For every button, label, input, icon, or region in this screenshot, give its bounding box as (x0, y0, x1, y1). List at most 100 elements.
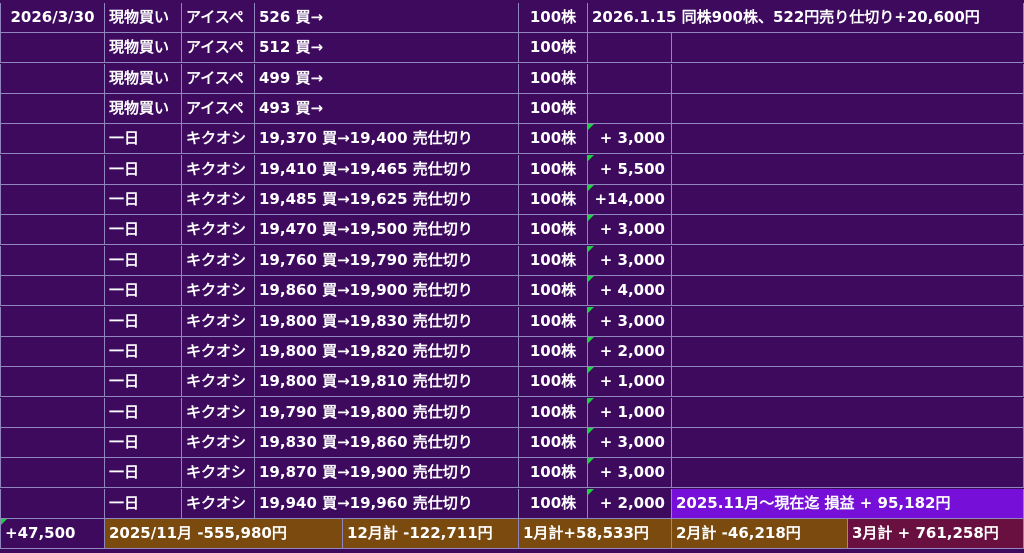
trade-detail-cell[interactable]: 19,940 買→19,960 売仕切り (255, 488, 519, 519)
profit-cell[interactable]: + 3,000 (588, 215, 672, 246)
trade-type-cell[interactable]: 一日 (105, 306, 182, 337)
note-cell[interactable] (672, 306, 1024, 337)
quantity-cell[interactable]: 100株 (519, 154, 588, 185)
quantity-cell[interactable]: 100株 (519, 276, 588, 307)
trade-type-cell[interactable]: 現物買い (105, 3, 182, 33)
quantity-cell[interactable]: 100株 (519, 63, 588, 94)
quantity-cell[interactable]: 100株 (519, 367, 588, 398)
note-cell[interactable] (672, 124, 1024, 155)
note-cell[interactable] (672, 215, 1024, 246)
note-cell[interactable] (672, 458, 1024, 489)
quantity-cell[interactable]: 100株 (519, 488, 588, 519)
note-cell[interactable] (672, 33, 1024, 64)
stock-name-cell[interactable]: キクオシ (182, 306, 255, 337)
profit-cell[interactable]: + 3,000 (588, 458, 672, 489)
profit-cell[interactable] (588, 94, 672, 125)
trade-detail-cell[interactable]: 493 買→ (255, 94, 519, 125)
profit-cell[interactable]: + 5,500 (588, 154, 672, 185)
trade-detail-cell[interactable]: 19,870 買→19,900 売仕切り (255, 458, 519, 489)
stock-name-cell[interactable]: キクオシ (182, 427, 255, 458)
stock-name-cell[interactable]: アイスペ (182, 94, 255, 125)
trade-detail-cell[interactable]: 19,760 買→19,790 売仕切り (255, 245, 519, 276)
quantity-cell[interactable]: 100株 (519, 397, 588, 428)
quantity-cell[interactable]: 100株 (519, 94, 588, 125)
note-cell[interactable] (672, 245, 1024, 276)
date-cell[interactable] (0, 63, 105, 94)
quantity-cell[interactable]: 100株 (519, 458, 588, 489)
note-cell[interactable] (672, 94, 1024, 125)
date-cell[interactable] (0, 336, 105, 367)
trade-type-cell[interactable]: 一日 (105, 215, 182, 246)
date-cell[interactable] (0, 245, 105, 276)
quantity-cell[interactable]: 100株 (519, 3, 588, 33)
trade-type-cell[interactable]: 一日 (105, 397, 182, 428)
profit-cell[interactable]: + 3,000 (588, 245, 672, 276)
trade-type-cell[interactable]: 現物買い (105, 94, 182, 125)
profit-cell[interactable]: +14,000 (588, 185, 672, 216)
profit-cell[interactable]: + 1,000 (588, 367, 672, 398)
quantity-cell[interactable]: 100株 (519, 185, 588, 216)
date-cell[interactable] (0, 94, 105, 125)
date-cell[interactable]: 2026/3/30 (0, 3, 105, 33)
profit-cell[interactable]: + 2,000 (588, 488, 672, 519)
trade-type-cell[interactable]: 一日 (105, 185, 182, 216)
total-profit-cell[interactable]: +47,500 (0, 519, 105, 549)
trade-detail-cell[interactable]: 19,470 買→19,500 売仕切り (255, 215, 519, 246)
date-cell[interactable] (0, 154, 105, 185)
profit-cell[interactable]: + 3,000 (588, 427, 672, 458)
profit-cell[interactable]: + 3,000 (588, 124, 672, 155)
quantity-cell[interactable]: 100株 (519, 124, 588, 155)
stock-name-cell[interactable]: キクオシ (182, 245, 255, 276)
quantity-cell[interactable]: 100株 (519, 306, 588, 337)
trade-type-cell[interactable]: 一日 (105, 367, 182, 398)
date-cell[interactable] (0, 185, 105, 216)
dec-total-cell[interactable]: 12月計 -122,711円 (343, 519, 519, 549)
stock-name-cell[interactable]: キクオシ (182, 458, 255, 489)
trade-type-cell[interactable]: 一日 (105, 427, 182, 458)
date-cell[interactable] (0, 458, 105, 489)
note-cell[interactable] (672, 427, 1024, 458)
trade-type-cell[interactable]: 一日 (105, 488, 182, 519)
stock-name-cell[interactable]: キクオシ (182, 215, 255, 246)
profit-cell[interactable] (588, 33, 672, 64)
trade-detail-cell[interactable]: 499 買→ (255, 63, 519, 94)
trade-type-cell[interactable]: 現物買い (105, 63, 182, 94)
trade-type-cell[interactable]: 一日 (105, 124, 182, 155)
note-cell[interactable] (672, 185, 1024, 216)
trade-detail-cell[interactable]: 19,800 買→19,830 売仕切り (255, 306, 519, 337)
note-cell[interactable]: 2026.1.15 同株900株、522円売り仕切り+20,600円 (588, 3, 1024, 33)
note-cell[interactable] (672, 276, 1024, 307)
trade-type-cell[interactable]: 一日 (105, 245, 182, 276)
profit-cell[interactable] (588, 63, 672, 94)
trade-detail-cell[interactable]: 19,830 買→19,860 売仕切り (255, 427, 519, 458)
note-cell[interactable]: 2025.11月～現在迄 損益 + 95,182円 (672, 488, 1024, 519)
trade-detail-cell[interactable]: 19,790 買→19,800 売仕切り (255, 397, 519, 428)
trade-type-cell[interactable]: 一日 (105, 458, 182, 489)
quantity-cell[interactable]: 100株 (519, 215, 588, 246)
date-cell[interactable] (0, 367, 105, 398)
trade-type-cell[interactable]: 現物買い (105, 33, 182, 64)
trade-detail-cell[interactable]: 19,800 買→19,820 売仕切り (255, 336, 519, 367)
profit-cell[interactable]: + 4,000 (588, 276, 672, 307)
trade-detail-cell[interactable]: 512 買→ (255, 33, 519, 64)
date-cell[interactable] (0, 427, 105, 458)
stock-name-cell[interactable]: キクオシ (182, 124, 255, 155)
note-cell[interactable] (672, 63, 1024, 94)
stock-name-cell[interactable]: アイスペ (182, 3, 255, 33)
stock-name-cell[interactable]: アイスペ (182, 33, 255, 64)
trade-detail-cell[interactable]: 19,800 買→19,810 売仕切り (255, 367, 519, 398)
date-cell[interactable] (0, 124, 105, 155)
date-cell[interactable] (0, 276, 105, 307)
date-cell[interactable] (0, 488, 105, 519)
profit-cell[interactable]: + 3,000 (588, 306, 672, 337)
trade-type-cell[interactable]: 一日 (105, 276, 182, 307)
feb-total-cell[interactable]: 2月計 -46,218円 (672, 519, 848, 549)
trade-detail-cell[interactable]: 19,370 買→19,400 売仕切り (255, 124, 519, 155)
quantity-cell[interactable]: 100株 (519, 245, 588, 276)
quantity-cell[interactable]: 100株 (519, 336, 588, 367)
trade-type-cell[interactable]: 一日 (105, 336, 182, 367)
stock-name-cell[interactable]: キクオシ (182, 154, 255, 185)
note-cell[interactable] (672, 336, 1024, 367)
mar-total-cell[interactable]: 3月計 + 761,258円 (848, 519, 1024, 549)
trade-detail-cell[interactable]: 526 買→ (255, 3, 519, 33)
